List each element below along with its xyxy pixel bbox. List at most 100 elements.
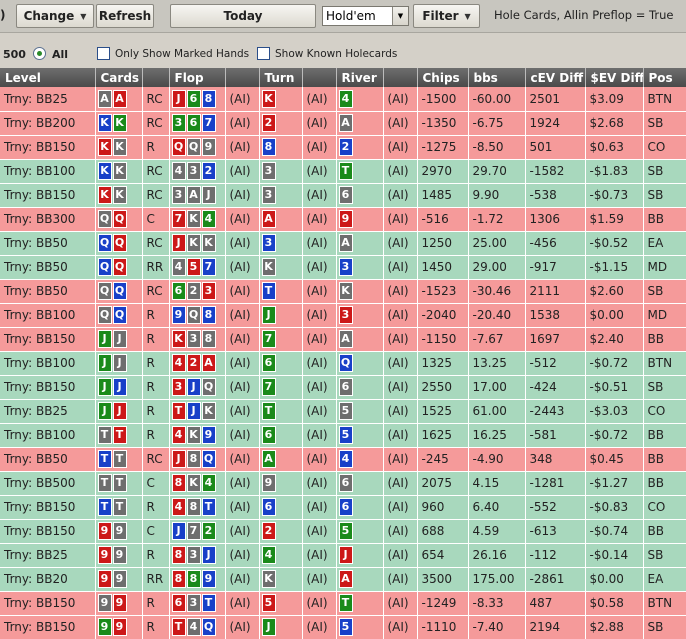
playing-card: 3 bbox=[261, 186, 276, 204]
turn-card-cell: K bbox=[259, 255, 303, 280]
playing-card: 3 bbox=[186, 594, 201, 612]
table-row[interactable]: Trny: BB100 K K RC 4 3 2 (AI) 3 (AI) T (AI) 2970 29.7… bbox=[0, 159, 686, 184]
column-header[interactable] bbox=[383, 68, 418, 87]
table-row[interactable]: Trny: BB25 J J R T J K (AI) T (AI) 5 (AI) 1525 61.00-… bbox=[0, 399, 686, 424]
flop-cards-cell: 889 bbox=[169, 567, 226, 592]
playing-card: 4 bbox=[261, 546, 276, 564]
playing-card: 9 bbox=[201, 426, 216, 444]
column-header[interactable] bbox=[302, 68, 337, 87]
game-select[interactable]: Hold'em ▼ bbox=[322, 6, 409, 26]
table-row[interactable]: Trny: BB100 J J R 4 2 A (AI) 6 (AI) Q (AI) 1325 13.25… bbox=[0, 351, 686, 376]
river-card-cell: 3 bbox=[336, 303, 384, 328]
playing-card: Q bbox=[112, 234, 127, 252]
playing-card: 6 bbox=[186, 89, 201, 108]
table-row[interactable]: Trny: BB150 K K RC 3 A J (AI) 3 (AI) 6 (AI) 1485 9.90… bbox=[0, 183, 686, 208]
dollar-ev-diff-cell: $0.63 bbox=[585, 135, 644, 160]
column-header[interactable]: $EV Diff bbox=[585, 68, 644, 87]
turn-action-cell: (AI) bbox=[302, 135, 337, 160]
playing-card: 3 bbox=[171, 378, 186, 396]
river-card-cell: Q bbox=[336, 351, 384, 376]
hole-cards-cell: JJ bbox=[95, 327, 143, 352]
turn-card-cell: T bbox=[259, 279, 303, 304]
change-label: Change bbox=[23, 9, 75, 23]
position-cell: BTN bbox=[643, 591, 686, 616]
playing-card: 8 bbox=[201, 330, 216, 348]
position-cell: BB bbox=[643, 327, 686, 352]
column-header[interactable] bbox=[142, 68, 170, 87]
table-row[interactable]: Trny: BB150 9 9 R T 4 Q (AI) J (AI) 5 (AI) -1110 -7.4… bbox=[0, 615, 686, 639]
playing-card: 5 bbox=[338, 618, 353, 636]
table-row[interactable]: Trny: BB150 9 9 C J 7 2 (AI) 2 (AI) 5 (AI) 688 4.59 -6… bbox=[0, 519, 686, 544]
hole-cards-cell: 99 bbox=[95, 519, 143, 544]
column-header[interactable]: Level bbox=[0, 68, 96, 87]
table-row[interactable]: Trny: BB150 K K R Q Q 9 (AI) 8 (AI) 2 (AI) -1275 -8.5… bbox=[0, 135, 686, 160]
dollar-ev-diff-cell: $2.88 bbox=[585, 615, 644, 639]
hole-cards-cell: QQ bbox=[95, 207, 143, 232]
today-button[interactable]: Today bbox=[170, 4, 316, 28]
column-header[interactable]: River bbox=[336, 68, 384, 87]
turn-action-cell: (AI) bbox=[302, 543, 337, 568]
flop-action-cell: (AI) bbox=[225, 471, 260, 496]
column-header[interactable] bbox=[225, 68, 260, 87]
bbs-cell: 61.00 bbox=[468, 399, 526, 424]
filter-button[interactable]: Filter ▼ bbox=[413, 4, 480, 28]
column-header[interactable]: cEV Diff bbox=[525, 68, 586, 87]
table-row[interactable]: Trny: BB50 Q Q RR 4 5 7 (AI) K (AI) 3 (AI) 1450 29.00… bbox=[0, 255, 686, 280]
playing-card: J bbox=[338, 546, 353, 564]
dropdown-arrow-icon[interactable]: ▼ bbox=[392, 7, 408, 25]
known-holecards-checkbox[interactable] bbox=[257, 47, 270, 60]
all-label: All bbox=[52, 48, 69, 61]
playing-card: 4 bbox=[171, 498, 186, 516]
playing-card: 6 bbox=[171, 594, 186, 612]
column-header[interactable]: Pos bbox=[643, 68, 686, 87]
table-row[interactable]: Trny: BB25 9 9 R 8 3 J (AI) 4 (AI) J (AI) 654 26.16 -1… bbox=[0, 543, 686, 568]
preflop-action-cell: RR bbox=[142, 255, 170, 280]
dollar-ev-diff-cell: $0.00 bbox=[585, 303, 644, 328]
dollar-ev-diff-cell: $2.60 bbox=[585, 279, 644, 304]
table-row[interactable]: Trny: BB100 T T R 4 K 9 (AI) 6 (AI) 5 (AI) 1625 16.25… bbox=[0, 423, 686, 448]
table-row[interactable]: Trny: BB150 9 9 R 6 3 T (AI) 5 (AI) T (AI) -1249 -8.3… bbox=[0, 591, 686, 616]
playing-card: 7 bbox=[186, 522, 201, 540]
table-row[interactable]: Trny: BB200 K K RC 3 6 7 (AI) 2 (AI) A (AI) -1350 -6.… bbox=[0, 111, 686, 136]
playing-card: K bbox=[112, 186, 127, 204]
column-header[interactable]: Chips bbox=[417, 68, 469, 87]
table-row[interactable]: Trny: BB150 J J R K 3 8 (AI) 7 (AI) A (AI) -1150 -7.6… bbox=[0, 327, 686, 352]
table-row[interactable]: Trny: BB300 Q Q C 7 K 4 (AI) A (AI) 9 (AI) -516 -1.72… bbox=[0, 207, 686, 232]
flop-action-cell: (AI) bbox=[225, 519, 260, 544]
level-cell: Trny: BB25 bbox=[0, 543, 96, 568]
position-cell: EA bbox=[643, 567, 686, 592]
all-radio[interactable] bbox=[33, 47, 46, 60]
preflop-action-cell: R bbox=[142, 591, 170, 616]
column-header[interactable]: Turn bbox=[259, 68, 303, 87]
refresh-button[interactable]: Refresh bbox=[96, 4, 154, 28]
table-row[interactable]: Trny: BB150 J J R 3 J Q (AI) 7 (AI) 6 (AI) 2550 17.00… bbox=[0, 375, 686, 400]
turn-card-cell: 6 bbox=[259, 351, 303, 376]
preflop-action-cell: RC bbox=[142, 279, 170, 304]
playing-card: 8 bbox=[171, 570, 186, 588]
playing-card: 6 bbox=[171, 282, 186, 300]
column-header[interactable]: bbs bbox=[468, 68, 526, 87]
marked-hands-checkbox[interactable] bbox=[97, 47, 110, 60]
table-row[interactable]: Trny: BB500 T T C 8 K 4 (AI) 9 (AI) 6 (AI) 2075 4.15-… bbox=[0, 471, 686, 496]
table-row[interactable]: Trny: BB100 Q Q R 9 Q 8 (AI) J (AI) 3 (AI) -2040 -20.… bbox=[0, 303, 686, 328]
playing-card: A bbox=[338, 234, 353, 252]
refresh-label: Refresh bbox=[98, 9, 152, 23]
playing-card: 8 bbox=[186, 450, 201, 468]
column-header[interactable]: Flop bbox=[169, 68, 226, 87]
flop-cards-cell: 8K4 bbox=[169, 471, 226, 496]
table-row[interactable]: Trny: BB50 Q Q RC J K K (AI) 3 (AI) A (AI) 1250 25.00… bbox=[0, 231, 686, 256]
column-header[interactable]: Cards bbox=[95, 68, 143, 87]
bbs-cell: -1.72 bbox=[468, 207, 526, 232]
playing-card: 9 bbox=[112, 522, 127, 540]
playing-card: Q bbox=[97, 258, 112, 276]
playing-card: K bbox=[97, 138, 112, 156]
table-row[interactable]: Trny: BB150 T T R 4 8 T (AI) 6 (AI) 6 (AI) 960 6.40 -5… bbox=[0, 495, 686, 520]
table-row[interactable]: Trny: BB50 Q Q RC 6 2 3 (AI) T (AI) K (AI) -1523 -30.… bbox=[0, 279, 686, 304]
change-button[interactable]: Change ▼ bbox=[16, 4, 94, 28]
flop-cards-cell: 432 bbox=[169, 159, 226, 184]
table-row[interactable]: Trny: BB25 A A RC J 6 8 (AI) K (AI) 4 (AI) -1500 -60.… bbox=[0, 87, 686, 112]
playing-card: 5 bbox=[338, 426, 353, 444]
table-row[interactable]: Trny: BB50 T T RC J 8 Q (AI) A (AI) 4 (AI) -245 -4.90… bbox=[0, 447, 686, 472]
table-row[interactable]: Trny: BB20 9 9 RR 8 8 9 (AI) K (AI) A (AI) 3500 175.0… bbox=[0, 567, 686, 592]
dollar-ev-diff-cell: -$3.03 bbox=[585, 399, 644, 424]
